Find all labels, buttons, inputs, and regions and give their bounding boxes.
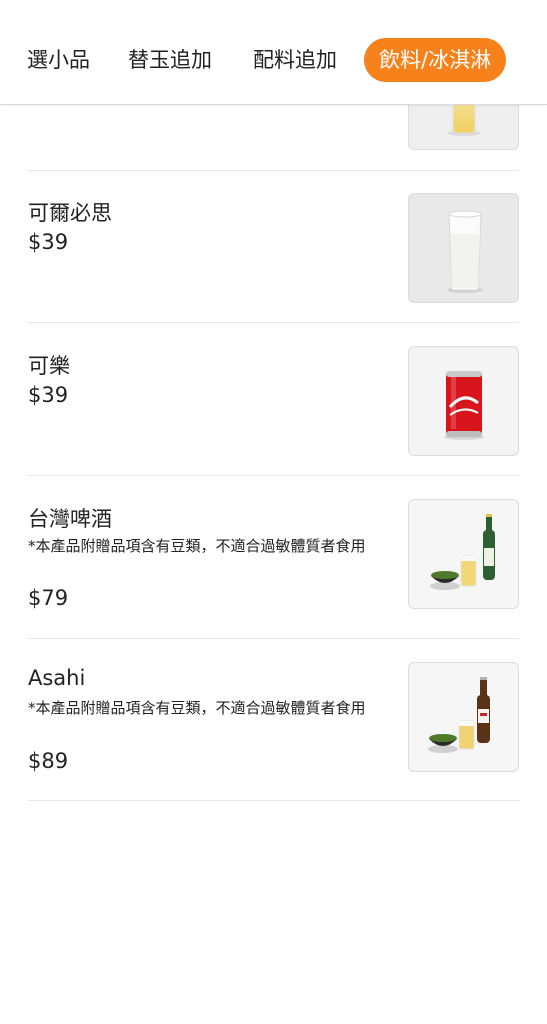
taiwan-beer-set-image[interactable] <box>408 499 519 609</box>
calpis-glass-image[interactable] <box>408 193 519 303</box>
asahi-beer-set-image[interactable] <box>408 662 519 772</box>
tab-extra-toppings[interactable]: 配料追加 <box>253 38 337 82</box>
tab-small-dishes[interactable]: 選小品 <box>27 38 90 82</box>
tab-extra-noodles[interactable]: 替玉追加 <box>128 38 212 82</box>
item-name: Asahi <box>28 666 86 690</box>
item-name: 可樂 <box>28 354 70 378</box>
item-note: *本產品附贈品項含有豆類，不適合過敏體質者食用 <box>28 699 366 717</box>
coca-cola-can-image[interactable] <box>408 346 519 456</box>
divider <box>28 170 519 171</box>
item-price: $89 <box>28 749 69 773</box>
divider <box>28 800 519 801</box>
item-price: $39 <box>28 383 69 407</box>
divider <box>28 638 519 639</box>
tab-drinks-ice-cream[interactable]: 飲料/冰淇淋 <box>364 38 507 82</box>
divider <box>28 322 519 323</box>
item-price: $79 <box>28 586 69 610</box>
item-name: 台灣啤酒 <box>28 507 112 531</box>
item-note: *本產品附贈品項含有豆類，不適合過敏體質者食用 <box>28 537 366 555</box>
item-name: 可爾必思 <box>28 201 112 225</box>
item-price: $39 <box>28 230 69 254</box>
divider <box>28 475 519 476</box>
category-tab-bar: 選小品 替玉追加 配料追加 飲料/冰淇淋 <box>0 0 547 105</box>
